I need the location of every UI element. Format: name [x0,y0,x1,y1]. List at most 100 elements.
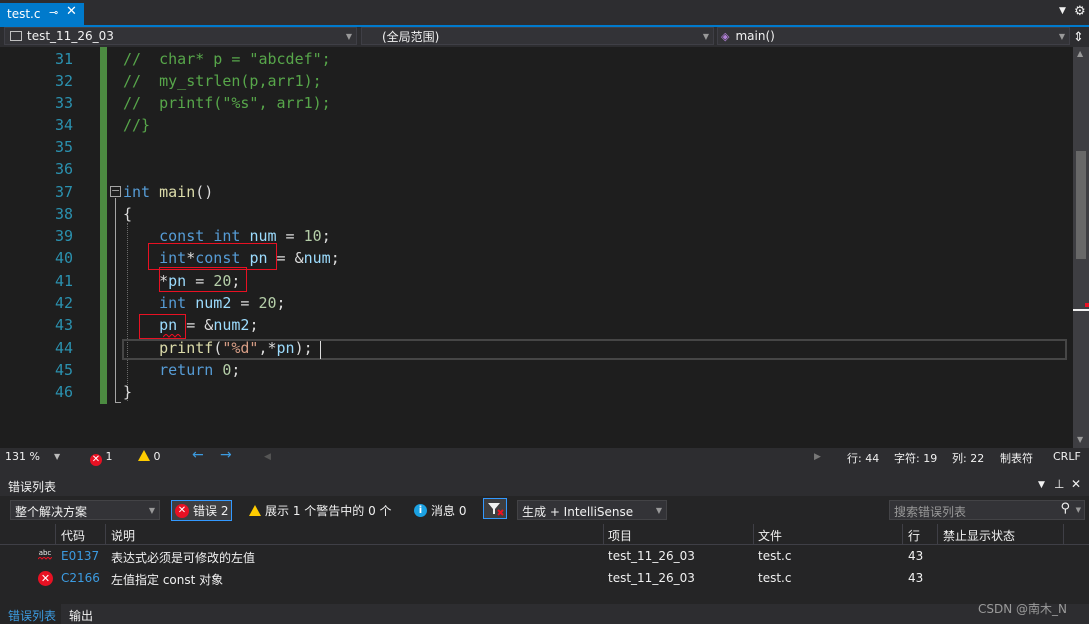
column-header-description[interactable]: 说明 [111,527,135,544]
tab-error-list[interactable]: 错误列表 [8,607,56,624]
change-tracking-bar [100,47,107,404]
build-source-dropdown[interactable]: 生成 + IntelliSense ▼ [517,500,667,520]
search-input[interactable]: 搜索错误列表 ⚲ ▼ [889,500,1085,520]
number: 10 [303,227,322,245]
close-icon[interactable]: ✕ [1071,477,1081,491]
chevron-down-icon: ▼ [655,506,662,515]
table-row[interactable]: abc E0137 表达式必须是可修改的左值 test_11_26_03 tes… [0,546,1089,568]
code-line: } [123,383,133,401]
error-icon: ✕ [38,571,53,586]
error-code-link[interactable]: C2166 [61,571,100,585]
chevron-down-icon[interactable]: ▼ [54,452,60,461]
split-window-icon[interactable]: ⇕ [1073,30,1084,45]
scope-dropdown[interactable]: (全局范围) ▼ [361,27,714,45]
keyword: int [159,294,187,312]
line-number: 42 [54,294,73,312]
line-indicator: 行: 44 [847,452,880,465]
code-line: // my_strlen(p,arr1); [123,70,322,92]
editor-vertical-scrollbar[interactable]: ▲ ▼ [1073,47,1089,448]
line-number: 35 [54,138,73,156]
navigate-forward-icon[interactable]: → [220,447,232,463]
member-dropdown[interactable]: ◈ main() ▼ [717,27,1070,45]
scope-name: (全局范围) [382,29,440,44]
errors-filter-button[interactable]: ✕ 错误 2 [171,500,233,521]
line-number: 37 [54,183,73,201]
column-header-line[interactable]: 行 [908,527,920,544]
messages-filter-label: 消息 0 [431,504,467,518]
annotation-box-line-43 [139,314,186,339]
code-editor[interactable]: 31 32 33 34 35 36 37 38 39 40 41 42 43 4… [0,47,1073,448]
navigate-back-icon[interactable]: ← [192,447,204,463]
panel-title: 错误列表 [8,480,57,494]
indent-mode[interactable]: 制表符 [1000,450,1033,466]
identifier: printf [159,339,214,357]
column-separator [937,524,938,545]
tab-output[interactable]: 输出 [69,607,93,624]
warning-count[interactable]: 0 [138,450,161,463]
column-header-suppression[interactable]: 禁止显示状态 [943,527,1015,544]
error-count[interactable]: ✕ 1 [90,450,113,466]
chevron-down-icon[interactable]: ▼ [1076,506,1081,514]
intellisense-error-icon: abc [38,549,52,560]
code-line: // char* p = "abcdef"; [123,48,331,70]
member-name: main() [735,29,775,43]
tab-title: test.c [7,7,41,21]
filter-icon[interactable] [483,498,507,519]
project-name: test_11_26_03 [27,29,114,43]
info-icon: i [414,504,427,517]
scroll-up-icon[interactable]: ▲ [1077,49,1083,58]
fold-guide [115,198,116,403]
table-row[interactable]: ✕ C2166 左值指定 const 对象 test_11_26_03 test… [0,568,1089,590]
panel-title-bar: 错误列表 ▼ ⊥ ✕ [0,474,1089,496]
project-dropdown[interactable]: test_11_26_03 ▼ [4,27,357,45]
code-line: int num2 = 20; [159,294,286,312]
line-number: 32 [54,72,73,90]
line-number: 40 [54,249,73,267]
hscroll-right-icon[interactable]: ▶ [814,452,821,462]
column-separator [603,524,604,545]
line-number: 39 [54,227,73,245]
line-number: 36 [54,160,73,178]
code-line: int main() [123,183,214,201]
column-separator [55,524,56,545]
error-marker [1085,303,1089,307]
messages-filter-button[interactable]: i 消息 0 [411,500,469,521]
keyword: int [123,183,151,201]
line-ending[interactable]: CRLF [1053,450,1081,463]
gear-icon[interactable]: ⚙ [1074,4,1086,19]
column-header-code[interactable]: 代码 [61,527,85,544]
tab-list-dropdown-icon[interactable]: ▼ [1059,6,1066,16]
method-icon: ◈ [721,29,730,43]
identifier: main [159,183,196,201]
error-description: 表达式必须是可修改的左值 [111,551,256,565]
fold-guide-end [115,402,121,403]
warning-icon [138,450,150,461]
number: 0 [222,361,232,379]
hscroll-left-icon[interactable]: ◀ [264,452,271,462]
string: "%d" [222,339,259,357]
identifier: pn [276,339,295,357]
collapse-icon[interactable]: − [110,185,121,197]
code-line: // printf("%s", arr1); [123,92,331,114]
column-separator [1063,524,1064,545]
pin-icon[interactable]: ⊥ [1054,477,1064,491]
scope-filter-dropdown[interactable]: 整个解决方案 ▼ [10,500,160,520]
close-icon[interactable]: ✕ [66,4,77,19]
column-header-project[interactable]: 项目 [608,527,632,544]
scrollbar-thumb[interactable] [1076,151,1086,259]
pin-icon[interactable]: ⊸ [49,6,58,19]
column-header-file[interactable]: 文件 [758,527,782,544]
zoom-level[interactable]: 131 % [5,450,40,463]
keyword: return [159,361,214,379]
error-project: test_11_26_03 [608,571,695,585]
panel-menu-icon[interactable]: ▼ [1038,480,1045,490]
error-table-header: 代码 说明 项目 文件 行 禁止显示状态 [0,524,1089,545]
error-project: test_11_26_03 [608,549,695,563]
line-number: 33 [54,94,73,112]
scroll-down-icon[interactable]: ▼ [1077,435,1083,444]
document-tab-strip: test.c ⊸ ✕ ▼ ⚙ [0,0,1089,27]
error-code-link[interactable]: E0137 [61,549,99,563]
tab-test-c[interactable]: test.c ⊸ ✕ [0,3,84,25]
search-icon[interactable]: ⚲ [1060,501,1070,516]
warnings-filter-button[interactable]: 展示 1 个警告中的 0 个 [246,500,395,521]
